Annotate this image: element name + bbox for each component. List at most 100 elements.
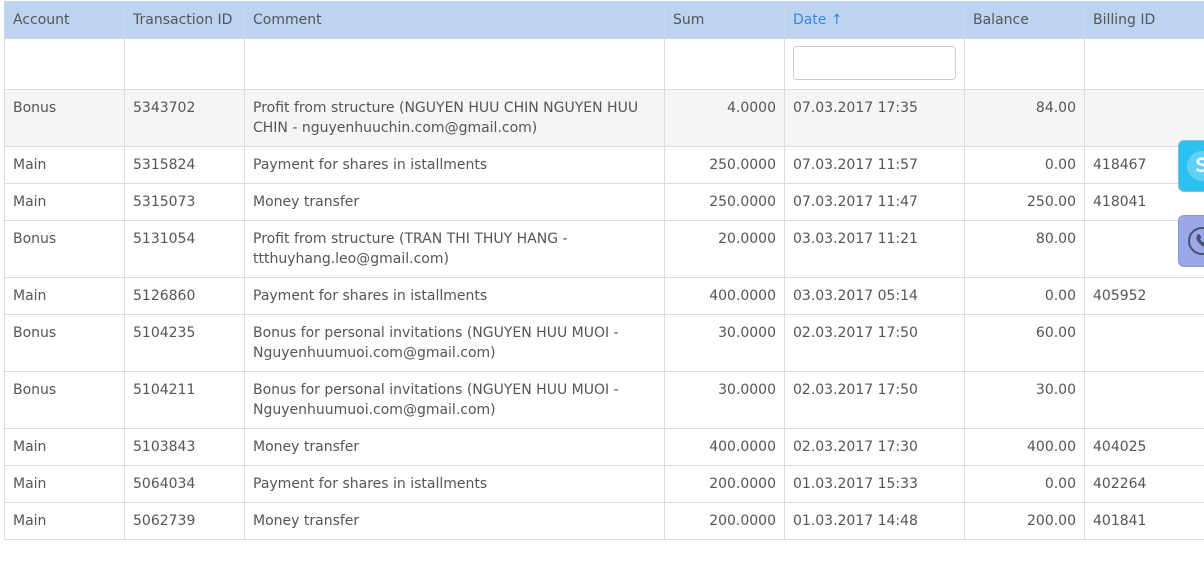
cell-account: Bonus — [4, 220, 125, 278]
cell-comment: Bonus for personal invitations (NGUYEN H… — [244, 314, 665, 372]
cell-comment: Payment for shares in istallments — [244, 146, 665, 184]
cell-comment: Payment for shares in istallments — [244, 465, 665, 503]
cell-transaction-id: 5064034 — [124, 465, 245, 503]
table-row[interactable]: Bonus 5343702 Profit from structure (NGU… — [4, 89, 1204, 147]
cell-transaction-id: 5062739 — [124, 502, 245, 540]
cell-transaction-id: 5104235 — [124, 314, 245, 372]
cell-balance: 0.00 — [964, 465, 1085, 503]
filter-cell-account — [4, 38, 125, 90]
cell-transaction-id: 5315824 — [124, 146, 245, 184]
cell-account: Bonus — [4, 371, 125, 429]
cell-billing-id: 404025 — [1084, 428, 1204, 466]
cell-date: 02.03.2017 17:50 — [784, 314, 965, 372]
table-row[interactable]: Bonus 5131054 Profit from structure (TRA… — [4, 220, 1204, 278]
cell-balance: 250.00 — [964, 183, 1085, 221]
column-header-sum[interactable]: Sum — [664, 1, 785, 39]
cell-date: 01.03.2017 14:48 — [784, 502, 965, 540]
cell-date: 03.03.2017 05:14 — [784, 277, 965, 315]
cell-billing-id — [1084, 314, 1204, 372]
table-row[interactable]: Main 5315073 Money transfer 250.0000 07.… — [4, 183, 1204, 221]
skype-icon — [1187, 151, 1204, 181]
cell-account: Main — [4, 465, 125, 503]
filter-cell-sum — [664, 38, 785, 90]
transactions-view: Account Transaction ID Comment Sum Date … — [0, 0, 1204, 569]
cell-billing-id: 401841 — [1084, 502, 1204, 540]
cell-balance: 400.00 — [964, 428, 1085, 466]
filter-row — [4, 38, 1204, 90]
cell-balance: 60.00 — [964, 314, 1085, 372]
cell-comment: Money transfer — [244, 502, 665, 540]
cell-balance: 0.00 — [964, 146, 1085, 184]
table-row[interactable]: Main 5062739 Money transfer 200.0000 01.… — [4, 502, 1204, 540]
cell-sum: 250.0000 — [664, 183, 785, 221]
table-row[interactable]: Bonus 5104211 Bonus for personal invitat… — [4, 371, 1204, 429]
cell-billing-id — [1084, 89, 1204, 147]
phone-icon — [1188, 227, 1204, 255]
cell-balance: 84.00 — [964, 89, 1085, 147]
date-filter-input[interactable] — [793, 45, 956, 80]
phone-contact-button[interactable] — [1178, 215, 1204, 267]
cell-billing-id — [1084, 371, 1204, 429]
cell-date: 03.03.2017 11:21 — [784, 220, 965, 278]
column-header-balance[interactable]: Balance — [964, 1, 1085, 39]
column-header-billing-id[interactable]: Billing ID — [1084, 1, 1204, 39]
table-header-row: Account Transaction ID Comment Sum Date … — [4, 1, 1204, 39]
cell-billing-id: 402264 — [1084, 465, 1204, 503]
cell-sum: 30.0000 — [664, 371, 785, 429]
cell-transaction-id: 5103843 — [124, 428, 245, 466]
cell-comment: Money transfer — [244, 428, 665, 466]
cell-comment: Bonus for personal invitations (NGUYEN H… — [244, 371, 665, 429]
cell-transaction-id: 5131054 — [124, 220, 245, 278]
transactions-table: Account Transaction ID Comment Sum Date … — [4, 1, 1204, 540]
cell-sum: 200.0000 — [664, 465, 785, 503]
cell-sum: 200.0000 — [664, 502, 785, 540]
cell-balance: 200.00 — [964, 502, 1085, 540]
cell-comment: Profit from structure (NGUYEN HUU CHIN N… — [244, 89, 665, 147]
cell-account: Main — [4, 183, 125, 221]
cell-transaction-id: 5343702 — [124, 89, 245, 147]
table-row[interactable]: Main 5126860 Payment for shares in istal… — [4, 277, 1204, 315]
cell-sum: 20.0000 — [664, 220, 785, 278]
cell-date: 02.03.2017 17:30 — [784, 428, 965, 466]
cell-account: Main — [4, 146, 125, 184]
cell-account: Main — [4, 502, 125, 540]
table-row[interactable]: Main 5103843 Money transfer 400.0000 02.… — [4, 428, 1204, 466]
cell-sum: 4.0000 — [664, 89, 785, 147]
cell-billing-id: 405952 — [1084, 277, 1204, 315]
cell-date: 02.03.2017 17:50 — [784, 371, 965, 429]
cell-transaction-id: 5104211 — [124, 371, 245, 429]
skype-contact-button[interactable] — [1178, 140, 1204, 192]
column-header-account[interactable]: Account — [4, 1, 125, 39]
cell-sum: 400.0000 — [664, 428, 785, 466]
cell-account: Main — [4, 277, 125, 315]
cell-comment: Payment for shares in istallments — [244, 277, 665, 315]
filter-cell-balance — [964, 38, 1085, 90]
cell-sum: 400.0000 — [664, 277, 785, 315]
cell-balance: 30.00 — [964, 371, 1085, 429]
cell-account: Bonus — [4, 89, 125, 147]
cell-balance: 80.00 — [964, 220, 1085, 278]
cell-balance: 0.00 — [964, 277, 1085, 315]
filter-cell-comment — [244, 38, 665, 90]
column-header-date-sorted[interactable]: Date ↑ — [784, 1, 965, 39]
filter-cell-date — [784, 38, 965, 90]
cell-account: Main — [4, 428, 125, 466]
cell-account: Bonus — [4, 314, 125, 372]
cell-date: 07.03.2017 11:57 — [784, 146, 965, 184]
cell-transaction-id: 5126860 — [124, 277, 245, 315]
filter-cell-transaction-id — [124, 38, 245, 90]
cell-date: 07.03.2017 11:47 — [784, 183, 965, 221]
cell-date: 01.03.2017 15:33 — [784, 465, 965, 503]
column-header-comment[interactable]: Comment — [244, 1, 665, 39]
table-row[interactable]: Main 5064034 Payment for shares in istal… — [4, 465, 1204, 503]
table-row[interactable]: Main 5315824 Payment for shares in istal… — [4, 146, 1204, 184]
cell-transaction-id: 5315073 — [124, 183, 245, 221]
cell-sum: 30.0000 — [664, 314, 785, 372]
cell-date: 07.03.2017 17:35 — [784, 89, 965, 147]
filter-cell-billing-id — [1084, 38, 1204, 90]
column-header-transaction-id[interactable]: Transaction ID — [124, 1, 245, 39]
cell-comment: Profit from structure (TRAN THI THUY HAN… — [244, 220, 665, 278]
cell-comment: Money transfer — [244, 183, 665, 221]
table-row[interactable]: Bonus 5104235 Bonus for personal invitat… — [4, 314, 1204, 372]
cell-sum: 250.0000 — [664, 146, 785, 184]
